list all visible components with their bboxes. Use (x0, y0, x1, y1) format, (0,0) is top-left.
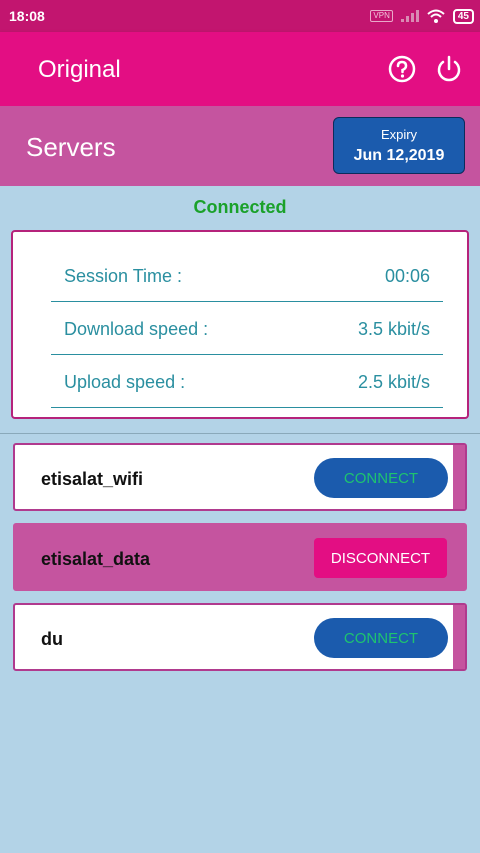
stat-label: Download speed : (64, 319, 209, 339)
servers-label: Servers (26, 132, 116, 162)
server-card-etisalat-wifi: etisalat_wifi CONNECT (13, 443, 467, 511)
stat-label: Session Time : (64, 266, 183, 286)
stat-row-download-speed: Download speed : 3.5 kbit/s (51, 301, 443, 355)
battery-icon: 45 (452, 8, 474, 24)
stat-row-session-time: Session Time : 00:06 (51, 248, 443, 302)
signal-icon (400, 10, 419, 22)
expiry-label: Expiry (380, 127, 418, 142)
wifi-icon (427, 9, 445, 23)
connect-button[interactable]: CONNECT (314, 618, 448, 658)
stat-value: 2.5 kbit/s (357, 372, 430, 392)
stat-value: 3.5 kbit/s (357, 319, 430, 339)
disconnect-button[interactable]: DISCONNECT (314, 538, 447, 578)
servers-bar: Servers Expiry Jun 12,2019 (0, 106, 480, 186)
help-icon[interactable] (388, 55, 416, 83)
server-name: etisalat_data (41, 549, 151, 569)
connect-button[interactable]: CONNECT (314, 458, 448, 498)
stat-label: Upload speed : (64, 372, 186, 392)
expiry-badge: Expiry Jun 12,2019 (333, 117, 465, 174)
server-card-etisalat-data: etisalat_data DISCONNECT (13, 523, 467, 591)
vpn-indicator: VPN (370, 10, 393, 22)
status-bar: 18:08 VPN 45 (0, 0, 480, 32)
app-title: Original (38, 56, 121, 83)
divider (0, 433, 480, 434)
expiry-date: Jun 12,2019 (353, 147, 445, 164)
status-icons: VPN 45 (370, 8, 474, 24)
stat-value: 00:06 (384, 266, 430, 286)
stat-row-upload-speed: Upload speed : 2.5 kbit/s (51, 354, 443, 408)
session-stats-card: Session Time : 00:06 Download speed : 3.… (11, 230, 469, 419)
connection-status: Connected (193, 197, 287, 217)
power-icon[interactable] (435, 55, 463, 83)
server-name: etisalat_wifi (41, 469, 144, 489)
server-name: du (41, 629, 63, 649)
card-accent-strip (453, 445, 465, 509)
app-bar: Original (0, 32, 480, 106)
card-accent-strip (453, 605, 465, 669)
status-time: 18:08 (9, 8, 45, 24)
server-card-du: du CONNECT (13, 603, 467, 671)
